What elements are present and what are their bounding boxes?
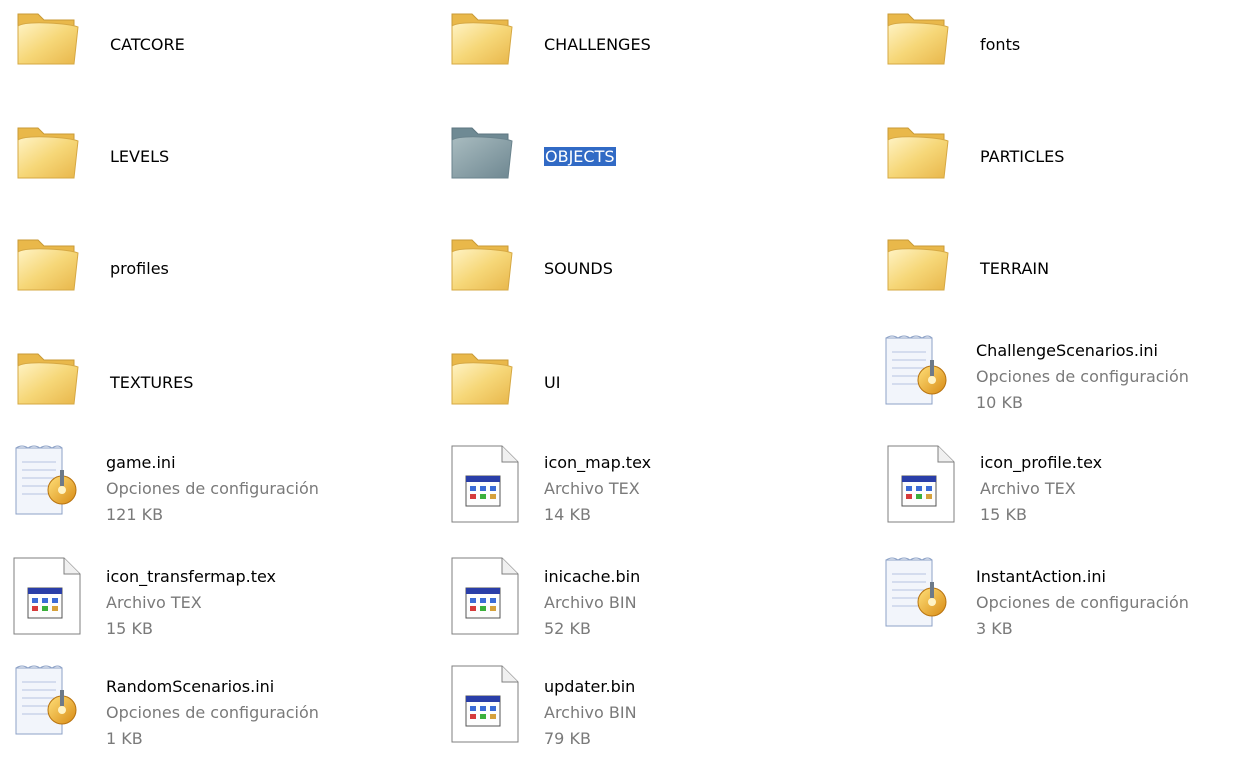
item-size: 79 KB [544,729,591,748]
folder-icon [448,118,534,204]
folder-icon [14,344,100,430]
config-file-icon [10,444,96,530]
item-name: LEVELS [110,147,170,166]
item-name: RandomScenarios.ini [106,677,275,696]
folder-icon [884,4,970,90]
item-type: Opciones de configuración [106,703,319,722]
item-name: profiles [110,259,169,278]
item-type: Archivo TEX [980,479,1076,498]
item-name: fonts [980,35,1021,54]
item-size: 52 KB [544,619,591,638]
item-size: 15 KB [106,619,153,638]
file-icon-map-tex[interactable]: icon_map.tex Archivo TEX 14 KB [448,444,848,544]
item-size: 15 KB [980,505,1027,524]
item-name: SOUNDS [544,259,613,278]
item-size: 121 KB [106,505,164,524]
item-size: 1 KB [106,729,143,748]
item-size: 14 KB [544,505,591,524]
item-name: CATCORE [110,35,185,54]
file-instantaction-ini[interactable]: InstantAction.ini Opciones de configurac… [880,556,1238,656]
folder-icon [884,118,970,204]
config-file-icon [880,334,966,420]
item-type: Opciones de configuración [106,479,319,498]
item-name: game.ini [106,453,176,472]
item-type: Opciones de configuración [976,593,1189,612]
generic-file-icon [448,556,534,642]
item-name: InstantAction.ini [976,567,1106,586]
folder-fonts[interactable]: fonts [884,4,1238,104]
item-name: OBJECTS [544,144,616,170]
item-name: UI [544,373,561,392]
folder-sounds[interactable]: SOUNDS [448,230,848,330]
generic-file-icon [448,444,534,530]
generic-file-icon [10,556,96,642]
folder-challenges[interactable]: CHALLENGES [448,4,848,104]
folder-objects[interactable]: OBJECTS [448,118,848,218]
folder-catcore[interactable]: CATCORE [14,4,414,104]
item-size: 10 KB [976,393,1023,412]
item-type: Archivo BIN [544,703,637,722]
selected-item-label: OBJECTS [544,147,616,166]
item-name: TERRAIN [980,259,1050,278]
folder-icon [14,118,100,204]
file-randomscenarios-ini[interactable]: RandomScenarios.ini Opciones de configur… [10,664,410,764]
item-name: inicache.bin [544,567,641,586]
item-type: Archivo TEX [106,593,202,612]
folder-textures[interactable]: TEXTURES [14,344,414,444]
folder-levels[interactable]: LEVELS [14,118,414,218]
config-file-icon [10,664,96,750]
folder-profiles[interactable]: profiles [14,230,414,330]
folder-icon [14,230,100,316]
file-challengescenarios-ini[interactable]: ChallengeScenarios.ini Opciones de confi… [880,334,1238,434]
file-updater-bin[interactable]: updater.bin Archivo BIN 79 KB [448,664,848,764]
item-name: TEXTURES [110,373,194,392]
item-name: icon_map.tex [544,453,652,472]
file-game-ini[interactable]: game.ini Opciones de configuración 121 K… [10,444,410,544]
item-type: Archivo BIN [544,593,637,612]
folder-icon [14,4,100,90]
folder-particles[interactable]: PARTICLES [884,118,1238,218]
item-name: PARTICLES [980,147,1065,166]
item-name: CHALLENGES [544,35,651,54]
item-type: Archivo TEX [544,479,640,498]
item-name: updater.bin [544,677,636,696]
folder-ui[interactable]: UI [448,344,848,444]
item-name: ChallengeScenarios.ini [976,341,1158,360]
file-icon-transfermap-tex[interactable]: icon_transfermap.tex Archivo TEX 15 KB [10,556,410,656]
generic-file-icon [884,444,970,530]
file-icon-profile-tex[interactable]: icon_profile.tex Archivo TEX 15 KB [884,444,1238,544]
folder-icon [448,230,534,316]
folder-icon [884,230,970,316]
generic-file-icon [448,664,534,750]
folder-icon [448,4,534,90]
folder-icon [448,344,534,430]
item-name: icon_transfermap.tex [106,567,277,586]
item-size: 3 KB [976,619,1013,638]
item-type: Opciones de configuración [976,367,1189,386]
file-inicache-bin[interactable]: inicache.bin Archivo BIN 52 KB [448,556,848,656]
item-name: icon_profile.tex [980,453,1103,472]
config-file-icon [880,556,966,642]
folder-terrain[interactable]: TERRAIN [884,230,1238,330]
